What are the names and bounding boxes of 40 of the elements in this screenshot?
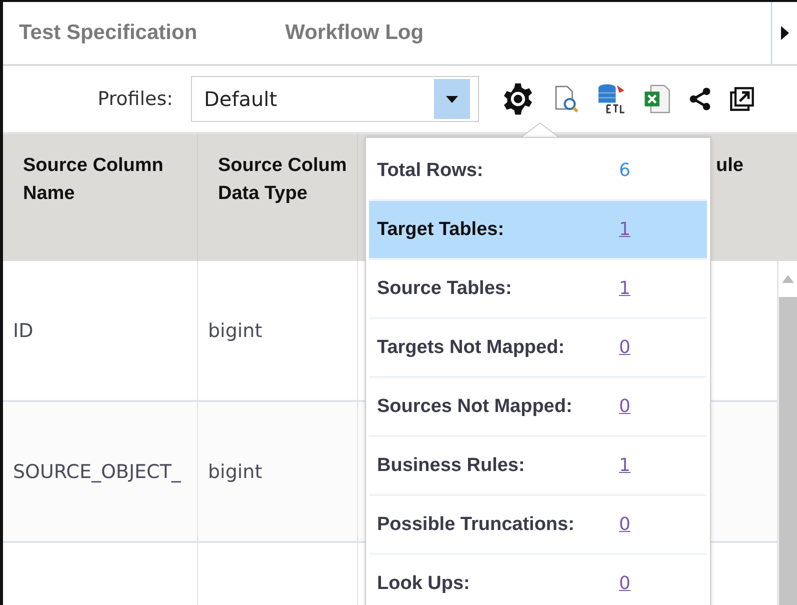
summary-label: Business Rules: xyxy=(376,454,526,476)
tab[interactable]: Test Specification xyxy=(3,2,198,64)
share-icon xyxy=(687,86,713,112)
profile-select[interactable]: Default xyxy=(191,76,479,122)
scrollbar[interactable] xyxy=(778,261,797,605)
table-cell: SOURCE_OBJECT_ xyxy=(3,402,198,543)
summary-link[interactable]: 1 xyxy=(609,455,707,476)
summary-label: Look Ups: xyxy=(376,572,471,594)
popout-icon xyxy=(729,85,755,113)
summary-link[interactable]: 1 xyxy=(609,219,707,240)
summary-link[interactable]: 0 xyxy=(609,337,707,358)
summary-row[interactable]: Target Tables: 1 xyxy=(369,201,707,260)
summary-link[interactable]: 1 xyxy=(609,278,707,299)
settings-icon xyxy=(501,82,535,116)
summary-row[interactable]: Look Ups: 0 xyxy=(369,555,707,605)
column-header: Source Column Name xyxy=(3,134,198,261)
summary-link[interactable]: 0 xyxy=(609,573,707,594)
summary-row[interactable]: Sources Not Mapped: 0 xyxy=(369,378,707,437)
summary-link[interactable]: 0 xyxy=(609,514,707,535)
summary-row[interactable]: Possible Truncations: 0 xyxy=(369,496,707,555)
right-arrow-icon xyxy=(780,26,788,40)
summary-row[interactable]: Business Rules: 1 xyxy=(369,437,707,496)
scroll-up-icon[interactable] xyxy=(782,275,794,283)
column-header: Source Colum Data Type xyxy=(198,134,358,261)
table-cell: bigint xyxy=(198,402,358,543)
summary-label: Total Rows: xyxy=(376,160,484,182)
profiles-label: Profiles: xyxy=(96,88,174,110)
tab[interactable]: Workflow Log xyxy=(269,2,424,64)
summary-count: 6 xyxy=(618,160,632,181)
summary-label: Source Tables: xyxy=(376,278,513,300)
summary-label: Possible Truncations: xyxy=(376,514,576,536)
database-etl-icon xyxy=(597,83,627,115)
dropdown-caret-icon xyxy=(446,96,458,102)
spreadsheet-icon xyxy=(643,83,671,115)
summary-row[interactable]: Source Tables: 1 xyxy=(369,260,707,319)
summary-label: Sources Not Mapped: xyxy=(376,396,574,418)
summary-link[interactable]: 0 xyxy=(609,396,707,417)
summary-row[interactable]: Targets Not Mapped: 0 xyxy=(369,319,707,378)
summary-label: Targets Not Mapped: xyxy=(376,336,566,358)
summary-label: Target Tables: xyxy=(376,218,506,240)
